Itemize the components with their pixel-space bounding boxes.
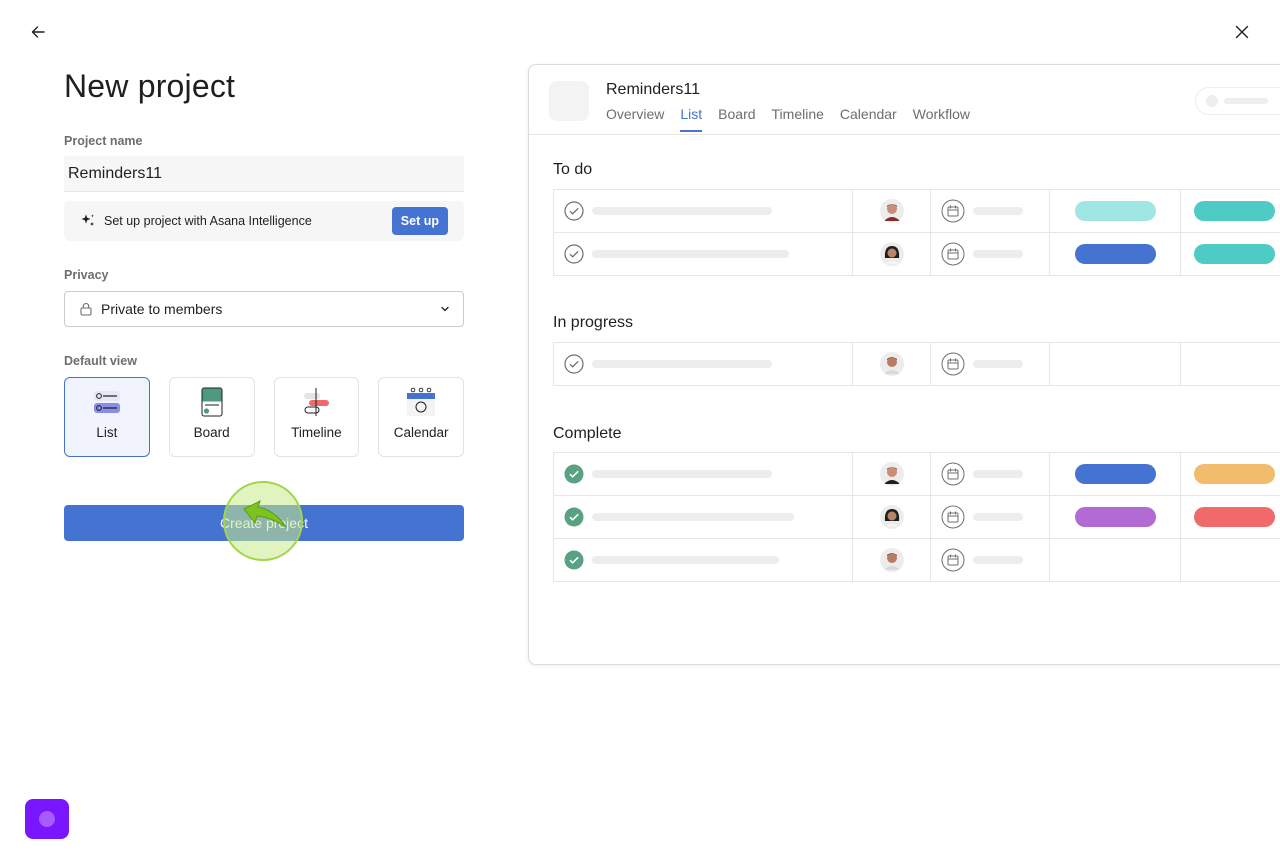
view-option-calendar[interactable]: Calendar — [378, 377, 464, 457]
calendar-icon[interactable] — [941, 199, 965, 223]
section-title-complete: Complete — [553, 425, 622, 442]
placeholder-bar — [1224, 98, 1268, 104]
lock-icon — [80, 303, 92, 316]
project-name-label: Project name — [64, 134, 143, 148]
tab-workflow[interactable]: Workflow — [913, 106, 970, 132]
close-button[interactable] — [1230, 20, 1254, 44]
check-circle-filled-icon[interactable] — [564, 507, 584, 527]
ai-setup-text: Set up project with Asana Intelligence — [104, 214, 312, 228]
check-circle-filled-icon[interactable] — [564, 550, 584, 570]
page-title: New project — [64, 68, 236, 104]
tab-list[interactable]: List — [680, 106, 703, 132]
preview-project-title: Reminders11 — [606, 81, 700, 98]
view-option-timeline[interactable]: Timeline — [273, 377, 360, 457]
share-placeholder — [1195, 87, 1280, 115]
tag-pill — [1194, 507, 1276, 527]
tag-pill — [1074, 244, 1156, 264]
calendar-icon[interactable] — [941, 548, 965, 572]
tag-pill — [1194, 464, 1276, 484]
section-in-progress-table — [553, 342, 1280, 386]
avatar — [879, 462, 904, 486]
placeholder-dot — [1206, 95, 1218, 107]
task-name-placeholder — [592, 556, 779, 564]
calendar-icon[interactable] — [941, 352, 965, 376]
task-name-placeholder — [592, 360, 772, 368]
due-date-placeholder — [973, 556, 1024, 564]
avatar — [879, 199, 904, 223]
check-circle-filled-icon[interactable] — [564, 464, 584, 484]
table-row — [553, 190, 1280, 233]
due-date-placeholder — [973, 207, 1024, 215]
due-date-placeholder — [973, 513, 1024, 521]
ai-setup-row: Set up project with Asana Intelligence S… — [64, 201, 464, 241]
tab-calendar[interactable]: Calendar — [840, 106, 897, 132]
task-name-placeholder — [592, 470, 772, 478]
calendar-icon[interactable] — [941, 462, 965, 486]
privacy-select[interactable]: Private to members — [64, 291, 464, 327]
tag-pill — [1074, 464, 1156, 484]
setup-button[interactable]: Set up — [391, 207, 448, 235]
back-button[interactable] — [26, 20, 50, 44]
preview-tabs: Overview List Board Timeline Calendar Wo… — [606, 106, 970, 132]
calendar-icon[interactable] — [941, 505, 965, 529]
task-name-placeholder — [592, 513, 794, 521]
section-title-todo: To do — [553, 161, 593, 178]
table-row — [553, 343, 1280, 386]
new-project-form: New project Project name Set up project … — [64, 64, 464, 541]
tag-pill — [1194, 244, 1276, 264]
close-icon — [1235, 25, 1249, 39]
assistant-launcher-button[interactable] — [25, 799, 69, 839]
default-view-options: List Board Timeline Calendar — [64, 377, 464, 457]
task-name-placeholder — [592, 207, 772, 215]
project-name-input[interactable] — [64, 156, 464, 192]
view-option-label: Timeline — [291, 425, 342, 440]
tag-pill — [1074, 201, 1156, 221]
view-option-label: Board — [193, 425, 230, 440]
calendar-view-icon — [407, 387, 436, 416]
avatar — [879, 548, 904, 572]
due-date-placeholder — [973, 470, 1024, 478]
project-preview: Reminders11 Overview List Board Timeline… — [528, 64, 1280, 665]
privacy-value: Private to members — [101, 301, 223, 317]
check-circle-icon[interactable] — [564, 244, 584, 264]
due-date-placeholder — [973, 360, 1024, 368]
tag-pill — [1194, 201, 1276, 221]
avatar — [879, 242, 904, 266]
tab-overview[interactable]: Overview — [606, 106, 664, 132]
table-row — [553, 233, 1280, 276]
table-row — [553, 496, 1280, 539]
board-view-icon — [201, 387, 223, 417]
avatar — [879, 352, 904, 376]
check-circle-icon[interactable] — [564, 354, 584, 374]
launcher-dot-icon — [39, 811, 55, 827]
calendar-icon[interactable] — [941, 242, 965, 266]
section-todo-table — [553, 189, 1280, 276]
arrow-left-icon — [31, 26, 45, 38]
view-option-label: List — [96, 425, 118, 440]
tab-timeline[interactable]: Timeline — [772, 106, 824, 132]
preview-header: Reminders11 Overview List Board Timeline… — [529, 65, 1280, 135]
task-name-placeholder — [592, 250, 789, 258]
default-view-label: Default view — [64, 354, 137, 368]
view-option-label: Calendar — [393, 425, 449, 440]
section-title-in-progress: In progress — [553, 314, 634, 331]
privacy-label: Privacy — [64, 268, 109, 282]
avatar — [879, 505, 904, 529]
table-row — [553, 539, 1280, 582]
chevron-down-icon — [441, 306, 449, 312]
tab-board[interactable]: Board — [718, 106, 755, 132]
check-circle-icon[interactable] — [564, 201, 584, 221]
view-option-list[interactable]: List — [64, 377, 150, 457]
section-complete-table — [553, 452, 1280, 582]
due-date-placeholder — [973, 250, 1024, 258]
view-option-board[interactable]: Board — [168, 377, 255, 457]
table-row — [553, 453, 1280, 496]
tag-pill — [1074, 507, 1156, 527]
timeline-view-icon — [304, 388, 330, 416]
project-icon — [549, 81, 589, 121]
list-view-icon — [93, 391, 120, 413]
create-project-button[interactable]: Create project — [64, 505, 464, 541]
sparkle-icon — [81, 214, 94, 226]
